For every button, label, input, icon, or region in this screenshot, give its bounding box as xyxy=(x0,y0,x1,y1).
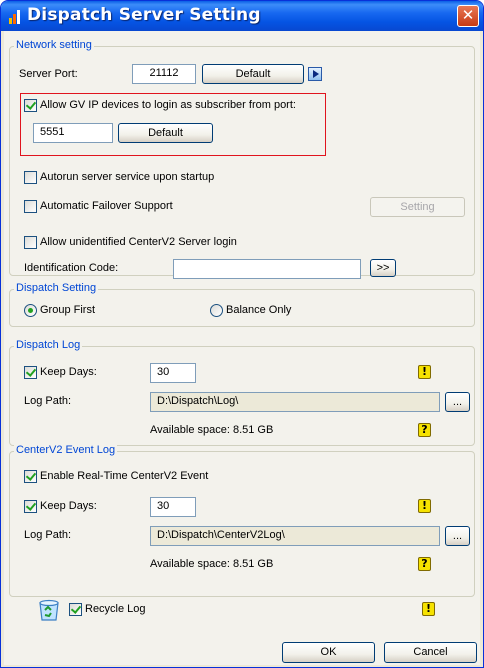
expand-arrow-icon[interactable] xyxy=(308,67,322,81)
network-setting-title: Network setting xyxy=(14,39,94,51)
centerv2-log-path-input[interactable]: D:\Dispatch\CenterV2Log\ xyxy=(150,526,440,546)
identification-code-input[interactable] xyxy=(173,259,361,279)
centerv2-log-path-label: Log Path: xyxy=(24,529,72,541)
dispatch-keep-days-warning-icon[interactable]: ! xyxy=(418,365,431,379)
failover-checkbox[interactable] xyxy=(24,200,37,213)
cancel-button[interactable]: Cancel xyxy=(384,642,477,663)
autorun-checkbox[interactable] xyxy=(24,171,37,184)
server-port-input[interactable]: 21112 xyxy=(132,64,196,84)
app-icon xyxy=(9,10,21,24)
centerv2-help-icon[interactable]: ? xyxy=(418,557,431,571)
identification-code-label: Identification Code: xyxy=(24,262,119,274)
allow-gv-label: Allow GV IP devices to login as subscrib… xyxy=(40,99,296,111)
balance-only-label: Balance Only xyxy=(226,304,292,316)
recycle-log-checkbox[interactable] xyxy=(69,603,82,616)
dispatch-log-path-input[interactable]: D:\Dispatch\Log\ xyxy=(150,392,440,412)
enable-realtime-label: Enable Real-Time CenterV2 Event xyxy=(40,470,209,482)
allow-unidentified-label: Allow unidentified CenterV2 Server login xyxy=(40,236,237,248)
failover-setting-button[interactable]: Setting xyxy=(370,197,465,217)
dispatch-available-space: Available space: 8.51 GB xyxy=(150,424,274,436)
server-port-label: Server Port: xyxy=(19,68,78,80)
dispatch-log-path-label: Log Path: xyxy=(24,395,72,407)
centerv2-keep-days-warning-icon[interactable]: ! xyxy=(418,499,431,513)
dispatch-setting-group: Dispatch Setting Group First Balance Onl… xyxy=(9,282,475,327)
recycle-warning-icon[interactable]: ! xyxy=(422,602,435,616)
window-title: Dispatch Server Setting xyxy=(27,5,261,25)
dispatch-log-group: Dispatch Log Keep Days: 30 ! Log Path: D… xyxy=(9,339,475,446)
centerv2-log-browse-button[interactable]: ... xyxy=(445,526,470,546)
title-bar[interactable]: Dispatch Server Setting ✕ xyxy=(1,1,483,31)
centerv2-keep-days-label: Keep Days: xyxy=(40,500,97,512)
failover-label: Automatic Failover Support xyxy=(40,200,173,212)
close-button[interactable]: ✕ xyxy=(457,5,479,27)
dispatch-keep-days-checkbox[interactable] xyxy=(24,366,37,379)
recycle-bin-icon xyxy=(37,598,61,622)
dispatch-setting-title: Dispatch Setting xyxy=(14,282,99,294)
dispatch-log-title: Dispatch Log xyxy=(14,339,83,351)
subscriber-port-input[interactable]: 5551 xyxy=(33,123,113,143)
dispatch-keep-days-input[interactable]: 30 xyxy=(150,363,196,383)
ok-button[interactable]: OK xyxy=(282,642,375,663)
autorun-label: Autorun server service upon startup xyxy=(40,171,215,183)
recycle-log-label: Recycle Log xyxy=(85,603,146,615)
dispatch-keep-days-label: Keep Days: xyxy=(40,366,97,378)
network-setting-group: Network setting Server Port: 21112 Defau… xyxy=(9,39,475,279)
server-port-default-button[interactable]: Default xyxy=(202,64,304,84)
enable-realtime-checkbox[interactable] xyxy=(24,470,37,483)
centerv2-keep-days-input[interactable]: 30 xyxy=(150,497,196,517)
dispatch-server-setting-window: Dispatch Server Setting ✕ Network settin… xyxy=(0,0,484,668)
dispatch-help-icon[interactable]: ? xyxy=(418,423,431,437)
centerv2-keep-days-checkbox[interactable] xyxy=(24,500,37,513)
centerv2-available-space: Available space: 8.51 GB xyxy=(150,558,274,570)
group-first-radio[interactable] xyxy=(24,304,37,317)
allow-unidentified-checkbox[interactable] xyxy=(24,236,37,249)
centerv2-event-log-group: CenterV2 Event Log Enable Real-Time Cent… xyxy=(9,444,475,597)
subscriber-port-default-button[interactable]: Default xyxy=(118,123,213,143)
balance-only-radio[interactable] xyxy=(210,304,223,317)
centerv2-event-log-title: CenterV2 Event Log xyxy=(14,444,118,456)
group-first-label: Group First xyxy=(40,304,96,316)
allow-gv-checkbox[interactable] xyxy=(24,99,37,112)
dialog-body: Network setting Server Port: 21112 Defau… xyxy=(4,31,480,665)
identification-more-button[interactable]: >> xyxy=(370,259,396,277)
dispatch-log-browse-button[interactable]: ... xyxy=(445,392,470,412)
